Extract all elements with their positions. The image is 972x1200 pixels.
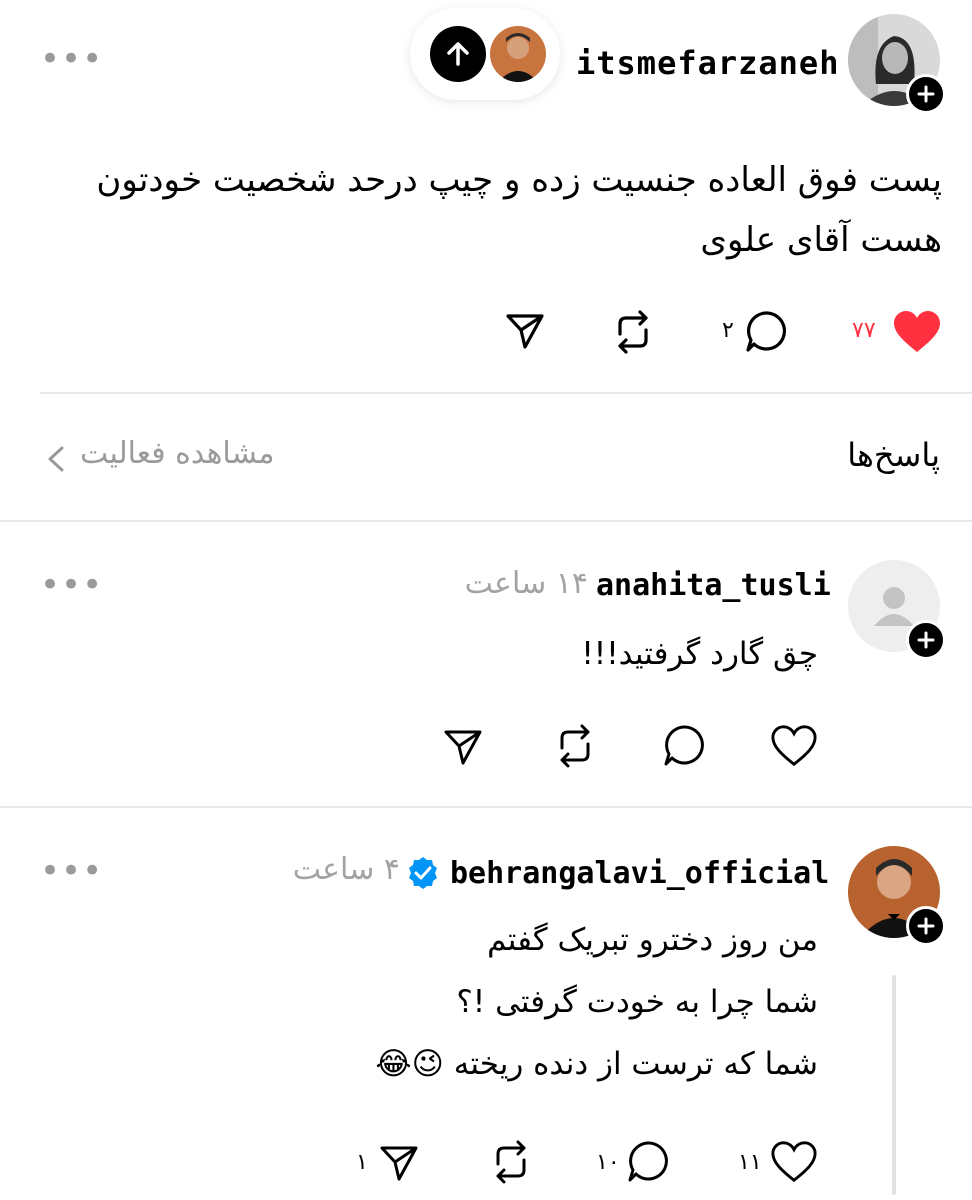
verified-badge-icon bbox=[406, 856, 440, 894]
follow-plus-icon[interactable] bbox=[906, 74, 946, 114]
thread-line bbox=[892, 975, 896, 1195]
chevron-left-icon[interactable] bbox=[44, 444, 68, 478]
reply-share-icon[interactable] bbox=[442, 726, 484, 772]
divider bbox=[40, 392, 972, 394]
reply-share-count: ۱ bbox=[356, 1150, 368, 1175]
reply-time: ۱۴ ساعت bbox=[464, 566, 588, 601]
reply-time: ۴ ساعت bbox=[292, 852, 400, 887]
reply-heart-icon[interactable] bbox=[770, 724, 818, 772]
boost-pill[interactable] bbox=[410, 8, 560, 100]
post-comment-count: ۲ bbox=[722, 318, 734, 343]
reply-text-line-3: شما که ترست از دنده ریخته 😉😂 bbox=[375, 1046, 818, 1082]
post-share-icon[interactable] bbox=[504, 310, 546, 356]
arrow-up-icon[interactable] bbox=[430, 26, 486, 82]
reply-like-count: ۱۱ bbox=[738, 1150, 762, 1175]
reply-comment-icon[interactable] bbox=[662, 722, 708, 772]
reply-share-icon[interactable] bbox=[378, 1142, 420, 1188]
reply-text-line-1: من روز دخترو تبریک گفتم bbox=[487, 922, 818, 958]
view-activity-link[interactable]: مشاهده فعالیت bbox=[80, 436, 274, 471]
reply-heart-icon[interactable] bbox=[770, 1140, 818, 1188]
post-comment-icon[interactable] bbox=[744, 308, 790, 358]
post-like-count: ۷۷ bbox=[852, 318, 876, 343]
follow-plus-icon[interactable] bbox=[906, 906, 946, 946]
post-heart-filled-icon[interactable] bbox=[892, 310, 942, 358]
post-more-icon[interactable]: ••• bbox=[40, 42, 103, 76]
post-repost-icon[interactable] bbox=[610, 310, 656, 358]
reply-author[interactable]: anahita_tusli bbox=[596, 568, 831, 603]
reply-comment-icon[interactable] bbox=[626, 1138, 672, 1188]
post-text: پست فوق العاده جنسیت زده و چیپ درحد شخصی… bbox=[96, 160, 942, 260]
divider bbox=[0, 520, 972, 522]
reply-more-icon[interactable]: ••• bbox=[40, 568, 103, 602]
pill-avatar bbox=[490, 26, 546, 82]
reply-repost-icon[interactable] bbox=[488, 1140, 534, 1188]
reply-comment-count: ۱۰ bbox=[596, 1150, 620, 1175]
reply-author[interactable]: behrangalavi_official bbox=[450, 856, 829, 891]
follow-plus-icon[interactable] bbox=[906, 620, 946, 660]
reply-repost-icon[interactable] bbox=[552, 724, 598, 772]
replies-title: پاسخ‌ها bbox=[847, 436, 940, 474]
reply-more-icon[interactable]: ••• bbox=[40, 854, 103, 888]
divider bbox=[0, 806, 972, 808]
reply-text: چق گارد گرفتید!!! bbox=[581, 636, 818, 672]
post-author[interactable]: itsmefarzaneh bbox=[576, 44, 839, 82]
reply-text-line-2: شما چرا به خودت گرفتی !؟ bbox=[456, 984, 818, 1020]
